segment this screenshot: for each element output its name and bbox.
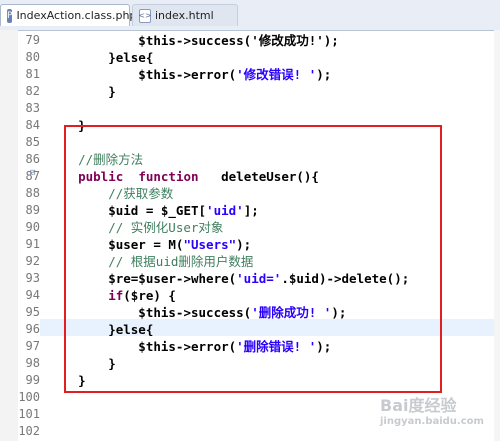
code-line[interactable]: 81 $this->error('修改错误! '); — [0, 66, 500, 83]
line-number: 89 — [25, 203, 40, 217]
code-text: } — [48, 356, 116, 371]
line-number: 88 — [25, 186, 40, 200]
code-line[interactable]: 90 // 实例化User对象 — [0, 219, 500, 236]
line-number: 101 — [18, 407, 40, 421]
code-text: public function deleteUser(){ — [78, 169, 319, 184]
code-text: if($re) { — [108, 288, 176, 303]
code-line[interactable]: 82 } — [0, 83, 500, 100]
code-line[interactable]: 94 if($re) { — [0, 287, 500, 304]
code-text: $this->success('删除成功! '); — [48, 305, 347, 320]
code-line[interactable]: 84 } — [0, 117, 500, 134]
code-text: // 根据uid删除用户数据 — [108, 254, 254, 269]
line-number: 100 — [18, 390, 40, 404]
line-number: 79 — [25, 33, 40, 47]
code-text: } — [48, 373, 86, 388]
line-number: 80 — [25, 50, 40, 64]
code-text: } — [48, 118, 86, 133]
watermark: Bai度经验 jingyan.baidu.com — [380, 392, 484, 427]
tab-label: index.html — [155, 9, 214, 22]
line-number: 90 — [25, 220, 40, 234]
code-text: $this->error('修改错误! '); — [48, 67, 332, 82]
code-text: //删除方法 — [78, 152, 144, 167]
code-line[interactable]: 93 $re=$user->where('uid='.$uid)->delete… — [0, 270, 500, 287]
code-line[interactable]: 89 $uid = $_GET['uid']; — [0, 202, 500, 219]
editor-tab-bar: P IndexAction.class.php ☒ <> index.html — [0, 0, 500, 31]
php-file-icon: P — [7, 8, 13, 23]
line-number: 93 — [25, 271, 40, 285]
code-text: }else{ — [48, 322, 154, 337]
code-line[interactable]: 99 } — [0, 372, 500, 389]
fold-toggle-icon[interactable]: ⊟ — [30, 168, 35, 178]
code-line[interactable]: 91 $user = M("Users"); — [0, 236, 500, 253]
code-line[interactable]: 79 $this->success('修改成功!'); — [0, 32, 500, 49]
line-number: 91 — [25, 237, 40, 251]
code-line[interactable]: 92 // 根据uid删除用户数据 — [0, 253, 500, 270]
code-text: $user = M("Users"); — [48, 237, 252, 252]
line-number: 97 — [25, 339, 40, 353]
watermark-sub: jingyan.baidu.com — [380, 416, 484, 427]
code-line[interactable]: 88 //获取参数 — [0, 185, 500, 202]
code-text: $this->success('修改成功!'); — [48, 33, 339, 48]
code-text: $re=$user->where('uid='.$uid)->delete(); — [48, 271, 410, 286]
code-text: $uid = $_GET['uid']; — [48, 203, 259, 218]
code-line[interactable]: 87 ⊟ public function deleteUser(){ — [0, 168, 500, 185]
line-number: 98 — [25, 356, 40, 370]
line-number: 81 — [25, 67, 40, 81]
code-line[interactable]: 85 — [0, 134, 500, 151]
line-number: 87 — [25, 169, 40, 183]
code-line[interactable]: 98 } — [0, 355, 500, 372]
code-line[interactable]: 95 $this->success('删除成功! '); — [0, 304, 500, 321]
line-number: 95 — [25, 305, 40, 319]
watermark-main: Bai度经验 — [380, 396, 457, 415]
code-text: }else{ — [48, 50, 154, 65]
code-text: } — [48, 84, 116, 99]
code-text: //获取参数 — [108, 186, 174, 201]
code-line[interactable]: 80 }else{ — [0, 49, 500, 66]
html-file-icon: <> — [138, 8, 152, 23]
line-number: 102 — [18, 424, 40, 438]
tab-indexaction-php[interactable]: P IndexAction.class.php ☒ — [0, 4, 156, 26]
line-number: 96 — [25, 322, 40, 336]
code-line[interactable]: 83 — [0, 100, 500, 117]
code-text: $this->error('删除错误! '); — [48, 339, 332, 354]
line-number: 99 — [25, 373, 40, 387]
line-number: 82 — [25, 84, 40, 98]
code-line[interactable]: 96 }else{ — [0, 321, 500, 338]
line-number: 84 — [25, 118, 40, 132]
code-line[interactable]: 86 //删除方法 — [0, 151, 500, 168]
code-line[interactable]: 97 $this->error('删除错误! '); — [0, 338, 500, 355]
line-number: 94 — [25, 288, 40, 302]
tab-index-html[interactable]: <> index.html — [132, 4, 238, 26]
tab-label: IndexAction.class.php — [16, 9, 137, 22]
code-text: // 实例化User对象 — [108, 220, 224, 235]
line-number: 83 — [25, 101, 40, 115]
line-number: 92 — [25, 254, 40, 268]
line-number: 86 — [25, 152, 40, 166]
line-number: 85 — [25, 135, 40, 149]
